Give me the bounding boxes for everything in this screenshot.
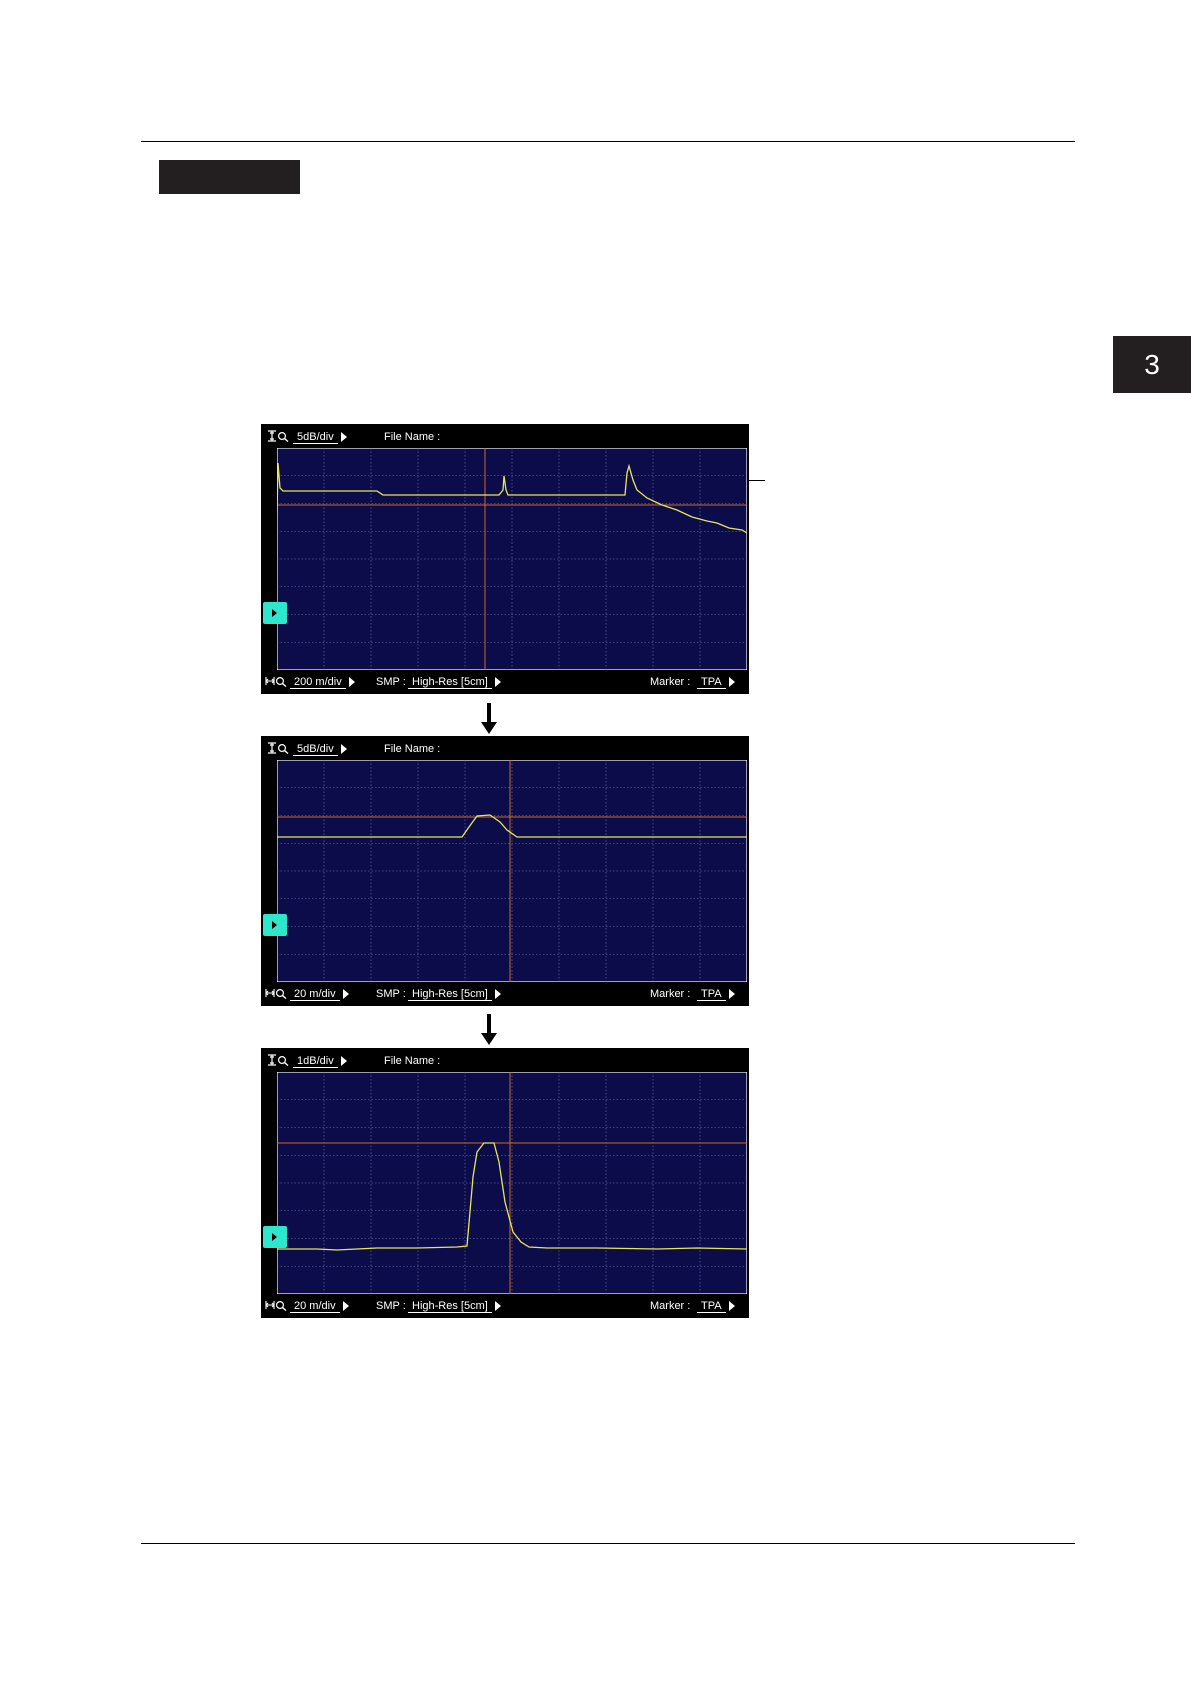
- screen-footer: 20 m/div SMP : High-Res [5cm] Marker : T…: [261, 983, 749, 1005]
- smp-label: SMP :: [376, 988, 406, 1000]
- file-name-label: File Name :: [384, 1055, 441, 1067]
- smp-label: SMP :: [376, 1300, 406, 1312]
- horizontal-zoom-icon: [265, 1300, 287, 1311]
- cursor-marker-tab[interactable]: [263, 602, 287, 624]
- screen-header: 5dB/div File Name :: [261, 426, 749, 448]
- vertical-zoom-icon: [268, 1054, 289, 1066]
- smp-arrow-icon[interactable]: [494, 1301, 501, 1312]
- marker-label: Marker :: [650, 1300, 691, 1312]
- marker-value[interactable]: TPA: [697, 676, 726, 689]
- marker-value[interactable]: TPA: [697, 988, 726, 1001]
- file-name-label: File Name :: [384, 431, 441, 443]
- chapter-tab: 3: [1113, 336, 1191, 393]
- file-name-label: File Name :: [384, 743, 441, 755]
- horizontal-scale-value[interactable]: 20 m/div: [290, 1300, 340, 1313]
- vertical-scale-arrow-icon[interactable]: [340, 432, 347, 443]
- smp-arrow-icon[interactable]: [494, 989, 501, 1000]
- down-arrow-icon: [481, 1014, 497, 1045]
- marker-label: Marker :: [650, 676, 691, 688]
- smp-value[interactable]: High-Res [5cm]: [408, 1300, 492, 1313]
- screen-header: 1dB/div File Name :: [261, 1050, 749, 1072]
- otdr-screen-zoomed: 5dB/div File Name : 20 m/div SMP : High-…: [261, 736, 749, 1006]
- vertical-scale-value[interactable]: 5dB/div: [293, 743, 338, 756]
- smp-value[interactable]: High-Res [5cm]: [408, 988, 492, 1001]
- trace-plot: [277, 760, 747, 982]
- top-rule: [141, 141, 1075, 142]
- horizontal-scale-arrow-icon[interactable]: [348, 677, 355, 688]
- horizontal-zoom-icon: [265, 988, 287, 999]
- marker-arrow-icon[interactable]: [728, 677, 735, 688]
- down-arrow-icon: [481, 703, 497, 734]
- marker-label: Marker :: [650, 988, 691, 1000]
- marker-arrow-icon[interactable]: [728, 1301, 735, 1312]
- smp-label: SMP :: [376, 676, 406, 688]
- trace-plot: [277, 448, 747, 670]
- otdr-screen-zoomed-fine: 1dB/div File Name : 20 m/div SMP : High-…: [261, 1048, 749, 1318]
- vertical-scale-value[interactable]: 1dB/div: [293, 1055, 338, 1068]
- horizontal-scale-arrow-icon[interactable]: [342, 1301, 349, 1312]
- horizontal-scale-value[interactable]: 20 m/div: [290, 988, 340, 1001]
- trace-plot: [277, 1072, 747, 1294]
- otdr-screen-overview: 5dB/div File Name : 200 m/div SMP : High…: [261, 424, 749, 694]
- vertical-zoom-icon: [268, 742, 289, 754]
- vertical-scale-arrow-icon[interactable]: [340, 1056, 347, 1067]
- marker-value[interactable]: TPA: [697, 1300, 726, 1313]
- smp-arrow-icon[interactable]: [494, 677, 501, 688]
- screen-footer: 200 m/div SMP : High-Res [5cm] Marker : …: [261, 671, 749, 693]
- chapter-number: 3: [1144, 348, 1160, 380]
- vertical-scale-value[interactable]: 5dB/div: [293, 431, 338, 444]
- horizontal-zoom-icon: [265, 676, 287, 687]
- bottom-rule: [141, 1543, 1075, 1544]
- vertical-scale-arrow-icon[interactable]: [340, 744, 347, 755]
- horizontal-scale-value[interactable]: 200 m/div: [290, 676, 346, 689]
- marker-arrow-icon[interactable]: [728, 989, 735, 1000]
- screen-footer: 20 m/div SMP : High-Res [5cm] Marker : T…: [261, 1295, 749, 1317]
- screen-header: 5dB/div File Name :: [261, 738, 749, 760]
- smp-value[interactable]: High-Res [5cm]: [408, 676, 492, 689]
- section-heading-tab: [159, 160, 300, 194]
- cursor-marker-tab[interactable]: [263, 914, 287, 936]
- vertical-zoom-icon: [268, 430, 289, 442]
- horizontal-scale-arrow-icon[interactable]: [342, 989, 349, 1000]
- cursor-marker-tab[interactable]: [263, 1226, 287, 1248]
